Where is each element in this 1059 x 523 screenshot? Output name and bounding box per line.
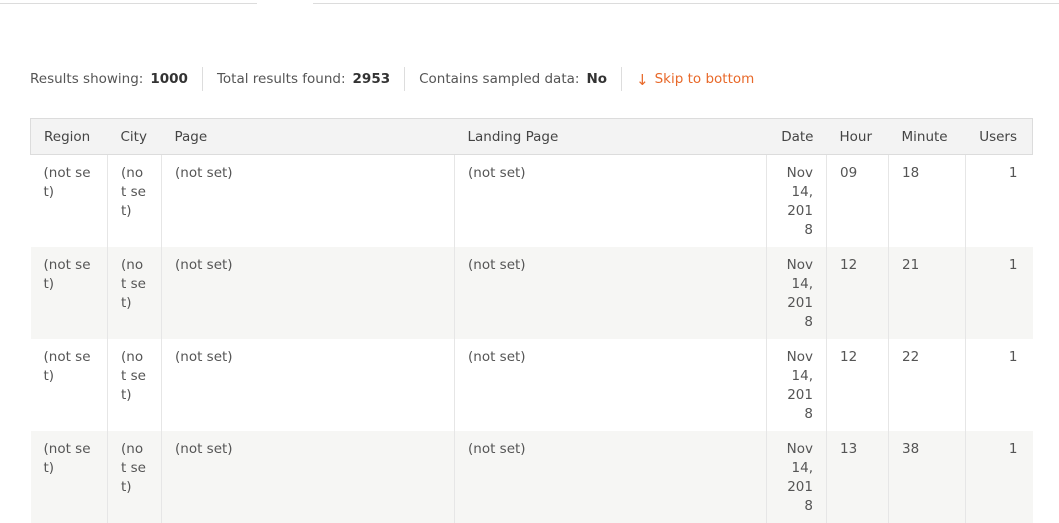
cell-minute: 18	[888, 154, 966, 247]
cell-minute: 21	[888, 247, 966, 339]
table-header-row: Region City Page Landing Page Date Hour …	[30, 118, 1033, 155]
arrow-down-icon: ↓	[636, 71, 649, 89]
cell-hour: 12	[826, 247, 889, 339]
table-row: (not set) (not set) (not set) (not set) …	[31, 339, 1033, 431]
sampled-data: Contains sampled data: No	[419, 71, 607, 87]
cell-users: 1	[965, 154, 1033, 247]
total-results: Total results found: 2953	[217, 71, 390, 87]
cell-city: (not set)	[107, 247, 162, 339]
cell-hour: 13	[826, 431, 889, 523]
summary-divider	[621, 67, 623, 91]
cell-users: 1	[965, 431, 1033, 523]
top-divider-right	[313, 3, 1059, 4]
total-results-value: 2953	[352, 71, 391, 87]
cell-region: (not set)	[30, 431, 108, 523]
cell-city: (not set)	[107, 154, 162, 247]
cell-landing-page: (not set)	[454, 339, 767, 431]
cell-hour: 09	[826, 154, 889, 247]
cell-date: Nov 14, 2018	[766, 154, 827, 247]
cell-users: 1	[965, 247, 1033, 339]
column-header-minute[interactable]: Minute	[888, 118, 966, 155]
summary-divider	[201, 67, 203, 91]
cell-users: 1	[965, 339, 1033, 431]
cell-date: Nov 14, 2018	[766, 247, 827, 339]
table-row: (not set) (not set) (not set) (not set) …	[30, 431, 1033, 523]
cell-page: (not set)	[161, 431, 455, 523]
cell-region: (not set)	[43, 349, 91, 384]
top-divider-left	[0, 3, 257, 4]
results-table: Region City Page Landing Page Date Hour …	[30, 118, 1033, 523]
cell-landing-page: (not set)	[454, 247, 767, 339]
results-showing: Results showing: 1000	[30, 71, 188, 87]
total-results-label: Total results found:	[216, 71, 346, 87]
cell-page: (not set)	[161, 339, 455, 431]
sampled-data-value: No	[586, 71, 608, 87]
column-header-users[interactable]: Users	[965, 118, 1033, 155]
cell-landing-page: (not set)	[454, 431, 767, 523]
cell-minute: 22	[888, 339, 966, 431]
sampled-data-label: Contains sampled data:	[419, 71, 580, 87]
cell-page: (not set)	[161, 154, 455, 247]
cell-hour: 12	[826, 339, 889, 431]
column-header-region[interactable]: Region	[30, 118, 108, 155]
cell-page: (not set)	[161, 247, 455, 339]
cell-city: (not set)	[107, 431, 162, 523]
cell-city: (not set)	[107, 339, 162, 431]
summary-divider	[404, 67, 406, 91]
column-header-page[interactable]: Page	[161, 118, 455, 155]
cell-date: Nov 14, 2018	[766, 431, 827, 523]
results-showing-label: Results showing:	[30, 71, 144, 87]
column-header-city[interactable]: City	[107, 118, 162, 155]
cell-region: (not set)	[30, 247, 108, 339]
cell-date: Nov 14, 2018	[766, 339, 827, 431]
cell-minute: 38	[888, 431, 966, 523]
skip-to-bottom-link[interactable]: ↓ Skip to bottom	[636, 70, 755, 89]
table-row: (not set) (not set) (not set) (not set) …	[31, 154, 1033, 247]
cell-region: (not set)	[43, 165, 91, 200]
table-row: (not set) (not set) (not set) (not set) …	[30, 247, 1033, 339]
cell-landing-page: (not set)	[454, 154, 767, 247]
skip-to-bottom-label: Skip to bottom	[654, 71, 755, 87]
results-showing-value: 1000	[150, 71, 188, 87]
column-header-landing-page[interactable]: Landing Page	[454, 118, 767, 155]
column-header-date[interactable]: Date	[766, 118, 827, 155]
results-summary-bar: Results showing: 1000 Total results foun…	[30, 66, 754, 92]
column-header-hour[interactable]: Hour	[826, 118, 889, 155]
